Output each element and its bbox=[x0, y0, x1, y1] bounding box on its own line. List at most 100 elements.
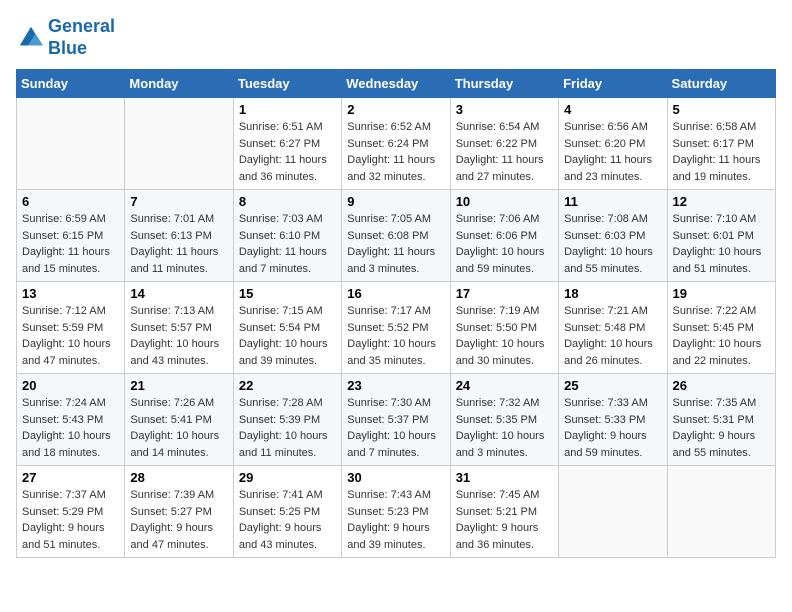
calendar-cell: 3 Sunrise: 6:54 AMSunset: 6:22 PMDayligh… bbox=[450, 98, 558, 190]
day-info: Sunrise: 7:28 AMSunset: 5:39 PMDaylight:… bbox=[239, 395, 336, 461]
calendar-cell: 20 Sunrise: 7:24 AMSunset: 5:43 PMDaylig… bbox=[17, 374, 125, 466]
day-info: Sunrise: 6:59 AMSunset: 6:15 PMDaylight:… bbox=[22, 211, 119, 277]
calendar-cell: 9 Sunrise: 7:05 AMSunset: 6:08 PMDayligh… bbox=[342, 190, 450, 282]
calendar-cell: 31 Sunrise: 7:45 AMSunset: 5:21 PMDaylig… bbox=[450, 466, 558, 558]
calendar-cell: 2 Sunrise: 6:52 AMSunset: 6:24 PMDayligh… bbox=[342, 98, 450, 190]
calendar-cell: 14 Sunrise: 7:13 AMSunset: 5:57 PMDaylig… bbox=[125, 282, 233, 374]
calendar-cell: 12 Sunrise: 7:10 AMSunset: 6:01 PMDaylig… bbox=[667, 190, 775, 282]
calendar-cell: 17 Sunrise: 7:19 AMSunset: 5:50 PMDaylig… bbox=[450, 282, 558, 374]
day-info: Sunrise: 7:08 AMSunset: 6:03 PMDaylight:… bbox=[564, 211, 661, 277]
calendar-body: 1 Sunrise: 6:51 AMSunset: 6:27 PMDayligh… bbox=[17, 98, 776, 558]
week-row-3: 20 Sunrise: 7:24 AMSunset: 5:43 PMDaylig… bbox=[17, 374, 776, 466]
calendar-cell: 4 Sunrise: 6:56 AMSunset: 6:20 PMDayligh… bbox=[559, 98, 667, 190]
day-header-saturday: Saturday bbox=[667, 70, 775, 98]
logo-text: General Blue bbox=[48, 16, 115, 59]
day-number: 18 bbox=[564, 286, 661, 301]
calendar-cell: 15 Sunrise: 7:15 AMSunset: 5:54 PMDaylig… bbox=[233, 282, 341, 374]
day-info: Sunrise: 7:22 AMSunset: 5:45 PMDaylight:… bbox=[673, 303, 770, 369]
calendar-cell: 7 Sunrise: 7:01 AMSunset: 6:13 PMDayligh… bbox=[125, 190, 233, 282]
header-row: SundayMondayTuesdayWednesdayThursdayFrid… bbox=[17, 70, 776, 98]
calendar-cell bbox=[125, 98, 233, 190]
calendar-cell: 19 Sunrise: 7:22 AMSunset: 5:45 PMDaylig… bbox=[667, 282, 775, 374]
day-number: 29 bbox=[239, 470, 336, 485]
day-number: 25 bbox=[564, 378, 661, 393]
day-number: 13 bbox=[22, 286, 119, 301]
day-header-tuesday: Tuesday bbox=[233, 70, 341, 98]
day-info: Sunrise: 7:13 AMSunset: 5:57 PMDaylight:… bbox=[130, 303, 227, 369]
calendar-cell: 1 Sunrise: 6:51 AMSunset: 6:27 PMDayligh… bbox=[233, 98, 341, 190]
page-header: General Blue bbox=[16, 16, 776, 59]
day-info: Sunrise: 7:03 AMSunset: 6:10 PMDaylight:… bbox=[239, 211, 336, 277]
calendar-cell: 30 Sunrise: 7:43 AMSunset: 5:23 PMDaylig… bbox=[342, 466, 450, 558]
week-row-4: 27 Sunrise: 7:37 AMSunset: 5:29 PMDaylig… bbox=[17, 466, 776, 558]
day-header-monday: Monday bbox=[125, 70, 233, 98]
week-row-2: 13 Sunrise: 7:12 AMSunset: 5:59 PMDaylig… bbox=[17, 282, 776, 374]
calendar-cell: 22 Sunrise: 7:28 AMSunset: 5:39 PMDaylig… bbox=[233, 374, 341, 466]
day-info: Sunrise: 7:19 AMSunset: 5:50 PMDaylight:… bbox=[456, 303, 553, 369]
day-info: Sunrise: 7:21 AMSunset: 5:48 PMDaylight:… bbox=[564, 303, 661, 369]
day-number: 16 bbox=[347, 286, 444, 301]
day-info: Sunrise: 7:24 AMSunset: 5:43 PMDaylight:… bbox=[22, 395, 119, 461]
calendar-cell: 27 Sunrise: 7:37 AMSunset: 5:29 PMDaylig… bbox=[17, 466, 125, 558]
calendar-cell: 5 Sunrise: 6:58 AMSunset: 6:17 PMDayligh… bbox=[667, 98, 775, 190]
day-info: Sunrise: 7:10 AMSunset: 6:01 PMDaylight:… bbox=[673, 211, 770, 277]
day-info: Sunrise: 6:56 AMSunset: 6:20 PMDaylight:… bbox=[564, 119, 661, 185]
calendar-table: SundayMondayTuesdayWednesdayThursdayFrid… bbox=[16, 69, 776, 558]
calendar-cell: 25 Sunrise: 7:33 AMSunset: 5:33 PMDaylig… bbox=[559, 374, 667, 466]
day-info: Sunrise: 7:01 AMSunset: 6:13 PMDaylight:… bbox=[130, 211, 227, 277]
day-number: 15 bbox=[239, 286, 336, 301]
day-number: 21 bbox=[130, 378, 227, 393]
logo: General Blue bbox=[16, 16, 115, 59]
day-info: Sunrise: 7:33 AMSunset: 5:33 PMDaylight:… bbox=[564, 395, 661, 461]
calendar-cell: 28 Sunrise: 7:39 AMSunset: 5:27 PMDaylig… bbox=[125, 466, 233, 558]
calendar-cell: 16 Sunrise: 7:17 AMSunset: 5:52 PMDaylig… bbox=[342, 282, 450, 374]
day-number: 22 bbox=[239, 378, 336, 393]
calendar-cell: 23 Sunrise: 7:30 AMSunset: 5:37 PMDaylig… bbox=[342, 374, 450, 466]
day-number: 17 bbox=[456, 286, 553, 301]
calendar-cell: 11 Sunrise: 7:08 AMSunset: 6:03 PMDaylig… bbox=[559, 190, 667, 282]
day-info: Sunrise: 7:30 AMSunset: 5:37 PMDaylight:… bbox=[347, 395, 444, 461]
day-info: Sunrise: 7:45 AMSunset: 5:21 PMDaylight:… bbox=[456, 487, 553, 553]
day-number: 19 bbox=[673, 286, 770, 301]
calendar-cell: 26 Sunrise: 7:35 AMSunset: 5:31 PMDaylig… bbox=[667, 374, 775, 466]
day-number: 28 bbox=[130, 470, 227, 485]
day-info: Sunrise: 7:15 AMSunset: 5:54 PMDaylight:… bbox=[239, 303, 336, 369]
calendar-cell: 21 Sunrise: 7:26 AMSunset: 5:41 PMDaylig… bbox=[125, 374, 233, 466]
day-info: Sunrise: 7:41 AMSunset: 5:25 PMDaylight:… bbox=[239, 487, 336, 553]
calendar-cell: 6 Sunrise: 6:59 AMSunset: 6:15 PMDayligh… bbox=[17, 190, 125, 282]
day-header-thursday: Thursday bbox=[450, 70, 558, 98]
day-number: 24 bbox=[456, 378, 553, 393]
day-number: 3 bbox=[456, 102, 553, 117]
calendar-cell: 24 Sunrise: 7:32 AMSunset: 5:35 PMDaylig… bbox=[450, 374, 558, 466]
calendar-cell: 13 Sunrise: 7:12 AMSunset: 5:59 PMDaylig… bbox=[17, 282, 125, 374]
day-info: Sunrise: 7:37 AMSunset: 5:29 PMDaylight:… bbox=[22, 487, 119, 553]
day-header-friday: Friday bbox=[559, 70, 667, 98]
day-info: Sunrise: 7:26 AMSunset: 5:41 PMDaylight:… bbox=[130, 395, 227, 461]
calendar-cell: 10 Sunrise: 7:06 AMSunset: 6:06 PMDaylig… bbox=[450, 190, 558, 282]
day-info: Sunrise: 7:39 AMSunset: 5:27 PMDaylight:… bbox=[130, 487, 227, 553]
calendar-cell: 29 Sunrise: 7:41 AMSunset: 5:25 PMDaylig… bbox=[233, 466, 341, 558]
day-number: 30 bbox=[347, 470, 444, 485]
day-info: Sunrise: 6:54 AMSunset: 6:22 PMDaylight:… bbox=[456, 119, 553, 185]
day-number: 27 bbox=[22, 470, 119, 485]
day-number: 1 bbox=[239, 102, 336, 117]
day-number: 10 bbox=[456, 194, 553, 209]
week-row-0: 1 Sunrise: 6:51 AMSunset: 6:27 PMDayligh… bbox=[17, 98, 776, 190]
day-info: Sunrise: 6:51 AMSunset: 6:27 PMDaylight:… bbox=[239, 119, 336, 185]
day-number: 7 bbox=[130, 194, 227, 209]
day-header-sunday: Sunday bbox=[17, 70, 125, 98]
calendar-cell: 18 Sunrise: 7:21 AMSunset: 5:48 PMDaylig… bbox=[559, 282, 667, 374]
day-number: 26 bbox=[673, 378, 770, 393]
day-number: 23 bbox=[347, 378, 444, 393]
week-row-1: 6 Sunrise: 6:59 AMSunset: 6:15 PMDayligh… bbox=[17, 190, 776, 282]
day-number: 20 bbox=[22, 378, 119, 393]
day-info: Sunrise: 7:06 AMSunset: 6:06 PMDaylight:… bbox=[456, 211, 553, 277]
day-info: Sunrise: 7:17 AMSunset: 5:52 PMDaylight:… bbox=[347, 303, 444, 369]
day-number: 2 bbox=[347, 102, 444, 117]
logo-icon bbox=[16, 23, 46, 53]
day-number: 14 bbox=[130, 286, 227, 301]
day-number: 4 bbox=[564, 102, 661, 117]
day-number: 5 bbox=[673, 102, 770, 117]
calendar-cell bbox=[667, 466, 775, 558]
day-info: Sunrise: 6:58 AMSunset: 6:17 PMDaylight:… bbox=[673, 119, 770, 185]
